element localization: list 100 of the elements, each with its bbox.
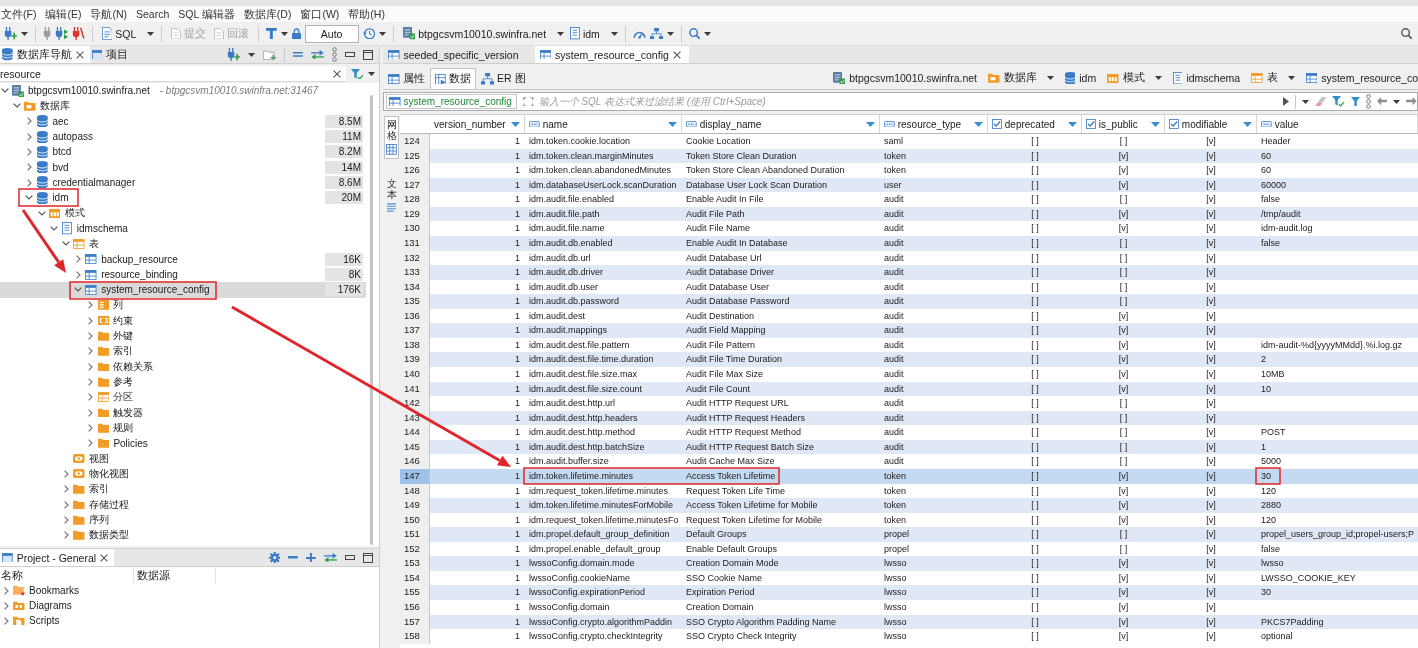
chevron-right-icon[interactable] (63, 531, 69, 540)
chevron-right-icon[interactable] (26, 147, 32, 156)
breadcrumb-item[interactable]: 模式 (1107, 71, 1162, 85)
tree-item[interactable]: 参考 (0, 374, 366, 390)
dropdown-arrow-icon[interactable] (511, 121, 520, 127)
table-row[interactable]: 141 1 idm.audit.dest.file.size.count Audit File Count audit [ ] [v] [v] 10 (400, 381, 1418, 397)
settings-icon[interactable] (268, 551, 281, 564)
tree-item[interactable]: aec 8.5M (0, 113, 366, 129)
panel-tab[interactable]: Project - General (0, 549, 115, 566)
table-row[interactable]: 146 1 idm.audit.buffer.size Audit Cache Max Size audit [ ] [ ] [v] 5000 (400, 454, 1418, 469)
caret-icon[interactable] (147, 31, 155, 36)
plug-plus-icon[interactable] (226, 47, 240, 62)
caret-icon[interactable] (378, 31, 386, 36)
chevron-right-icon[interactable] (87, 377, 93, 386)
table-row[interactable]: 126 1 idm.token.clean.abandonedMinutes Token Store Clean Abandoned Duration token [ ] [v] [v] 60 (400, 163, 1418, 178)
tree-item[interactable]: 约束 (0, 312, 366, 329)
chevron-down-icon[interactable] (25, 195, 34, 201)
caret-icon[interactable] (248, 52, 255, 57)
close-icon[interactable] (333, 69, 341, 78)
connection-selector[interactable]: btpgcsvm10010.swinfra.net (400, 23, 549, 44)
chevron-right-icon[interactable] (26, 132, 32, 141)
chevron-right-icon[interactable] (87, 423, 93, 432)
plug-icon[interactable] (72, 26, 85, 41)
caret-icon[interactable] (667, 31, 674, 36)
table-row[interactable]: 136 1 idm.audit.dest Audit Destination audit [ ] [v] [v] (400, 308, 1418, 324)
column-header[interactable]: modifiable (1165, 115, 1257, 133)
maximize-icon[interactable] (363, 49, 373, 60)
tree-item[interactable]: 依赖关系 (0, 358, 366, 375)
tree-item[interactable]: 序列 (0, 512, 366, 528)
clock-icon[interactable] (362, 27, 375, 40)
eraser-icon[interactable] (1314, 96, 1327, 107)
sql-editor-button[interactable]: SQL (99, 23, 139, 44)
editor-tab[interactable]: seeded_specific_version (383, 46, 527, 63)
close-icon[interactable] (75, 50, 84, 59)
breadcrumb-item[interactable]: 表 (1251, 71, 1295, 85)
chevron-down-icon[interactable] (1, 88, 9, 94)
minimize-icon[interactable] (345, 52, 355, 57)
view-tab[interactable]: 文本 (384, 174, 399, 216)
column-header[interactable]: value (1257, 115, 1418, 133)
view-tab[interactable]: 网格 (384, 116, 399, 159)
tree-item[interactable]: Scripts (0, 613, 379, 628)
breadcrumb-item[interactable]: idm (1064, 71, 1097, 85)
chevron-right-icon[interactable] (87, 316, 93, 325)
menu-item[interactable]: 导航(N) (89, 6, 128, 22)
scrollbar[interactable] (370, 95, 373, 545)
caret-icon[interactable] (280, 31, 288, 36)
table-row[interactable]: 139 1 idm.audit.dest.file.time.duration Audit File Time Duration audit [ ] [v] [v] 2 (400, 352, 1418, 367)
filter-icon[interactable] (1332, 96, 1345, 107)
table-row[interactable]: 150 1 idm.request_token.lifetime.minutesFo Request Token Lifetime for Mobile token [ ] [v] [v] 120 (400, 512, 1418, 528)
table-row[interactable]: 125 1 idm.token.clean.marginMinutes Token Store Clean Duration token [ ] [v] [v] 60 (400, 148, 1418, 164)
tree-item[interactable]: 模式 (0, 205, 366, 221)
tree-item[interactable]: resource_binding 8K (0, 266, 366, 283)
chevron-right-icon[interactable] (87, 408, 93, 417)
caret-icon[interactable] (610, 31, 618, 36)
dropdown-arrow-icon[interactable] (866, 121, 875, 127)
tree-item[interactable]: 索引 (0, 343, 366, 359)
chevron-right-icon[interactable] (3, 601, 9, 610)
caret-icon[interactable] (557, 31, 565, 36)
chevron-right-icon[interactable] (63, 500, 69, 509)
column-header[interactable]: 数据源 (134, 567, 216, 583)
tree-item[interactable]: 视图 (0, 450, 366, 467)
dropdown-arrow-icon[interactable] (1243, 121, 1252, 127)
column-header[interactable]: name (525, 115, 682, 133)
transaction-mode-field[interactable]: Auto (304, 24, 359, 43)
table-row[interactable]: 155 1 lwssoConfig.expirationPeriod Expiration Period lwsso [ ] [v] [v] 30 (400, 585, 1418, 600)
search-icon[interactable] (689, 27, 701, 40)
minus-icon[interactable] (288, 556, 299, 559)
tree-item[interactable]: Bookmarks (0, 583, 379, 598)
tree-item[interactable]: btpgcsvm10010.swinfra.net - btpgcsvm10010.swinfra.net:31467 (0, 83, 366, 99)
table-row[interactable]: 134 1 idm.audit.db.user Audit Database User audit [ ] [ ] [v] (400, 279, 1418, 295)
tree-item[interactable]: 外键 (0, 328, 366, 344)
table-name-label[interactable]: system_resource_config (386, 94, 517, 109)
dropdown-arrow-icon[interactable] (1151, 121, 1160, 127)
tree-item[interactable]: 表 (0, 236, 366, 252)
caret-icon[interactable] (368, 72, 376, 76)
chevron-right-icon[interactable] (26, 178, 32, 187)
database-selector[interactable]: idm (568, 23, 602, 44)
caret-icon[interactable] (1046, 76, 1054, 80)
play-icon[interactable] (1282, 97, 1289, 106)
table-row[interactable]: 148 1 idm.request_token.lifetime.minutes Request Token Life Time token [ ] [v] [v] 120 (400, 483, 1418, 499)
view-tab[interactable]: ER 图 (476, 68, 531, 89)
tree-item[interactable]: Policies (0, 435, 366, 451)
more-icon[interactable] (1365, 94, 1371, 109)
tree-item[interactable]: idmschema (0, 220, 366, 237)
editor-tab[interactable]: system_resource_config (534, 46, 689, 63)
chevron-down-icon[interactable] (37, 210, 46, 216)
table-row[interactable]: 156 1 lwssoConfig.domain Creation Domain lwsso [ ] [v] [v] (400, 600, 1418, 615)
table-row[interactable]: 153 1 lwssoConfig.domain.mode Creation Domain Mode lwsso [ ] [v] [v] lwsso (400, 556, 1418, 571)
table-row[interactable]: 128 1 idm.audit.file.enabled Enable Audit In File audit [ ] [ ] [v] false (400, 192, 1418, 207)
filter-icon[interactable] (1350, 96, 1360, 107)
chevron-right-icon[interactable] (3, 616, 9, 625)
table-row[interactable]: 135 1 idm.audit.db.password Audit Database Password audit [ ] [ ] [v] (400, 294, 1418, 309)
table-row[interactable]: 138 1 idm.audit.dest.file.pattern Audit File Pattern audit [ ] [v] [v] idm-audit-%d{yyyyMMdd}.%i.log.gz (400, 337, 1418, 353)
tree-item[interactable]: idm 20M (0, 190, 366, 206)
close-icon[interactable] (100, 553, 109, 562)
tree-item[interactable]: backup_resource 16K (0, 251, 366, 267)
lock-icon[interactable] (291, 27, 301, 40)
chevron-right-icon[interactable] (75, 255, 81, 264)
column-header[interactable]: version_number (430, 115, 525, 133)
sync-arrows-icon[interactable] (310, 49, 324, 60)
